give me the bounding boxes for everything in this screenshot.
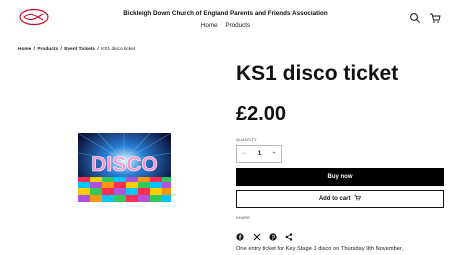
- share-icon[interactable]: [285, 228, 293, 241]
- product-title: KS1 disco ticket: [236, 62, 399, 85]
- breadcrumb-separator: /: [60, 47, 62, 52]
- breadcrumb: Home / Products / Event Tickets / KS1 di…: [18, 47, 135, 52]
- main-nav: Home Products: [0, 22, 451, 29]
- product-price: £2.00: [236, 103, 287, 125]
- site-header: Bickleigh Down Church of England Parents…: [0, 0, 451, 40]
- site-title[interactable]: Bickleigh Down Church of England Parents…: [0, 10, 451, 17]
- search-icon[interactable]: [409, 11, 421, 23]
- product-description: One entry ticket for Key Stage 1 disco o…: [236, 246, 404, 252]
- pinterest-icon[interactable]: [269, 228, 277, 241]
- x-icon[interactable]: [253, 228, 261, 241]
- buy-now-button[interactable]: Buy now: [236, 168, 444, 186]
- quantity-stepper: − 1 +: [236, 145, 282, 163]
- nav-home[interactable]: Home: [201, 22, 218, 29]
- share-label: SHARE: [236, 216, 251, 220]
- increase-quantity-button[interactable]: +: [267, 146, 281, 163]
- breadcrumb-current: KS1 disco ticket: [101, 47, 136, 52]
- facebook-icon[interactable]: [236, 228, 244, 241]
- nav-products[interactable]: Products: [225, 22, 250, 29]
- quantity-input[interactable]: 1: [251, 146, 268, 163]
- cart-icon[interactable]: [429, 11, 441, 23]
- product-image[interactable]: DISCO: [78, 133, 171, 202]
- cart-icon: [354, 194, 361, 201]
- breadcrumb-products[interactable]: Products: [37, 47, 58, 52]
- breadcrumb-event-tickets[interactable]: Event Tickets: [64, 47, 95, 52]
- breadcrumb-separator: /: [97, 47, 99, 52]
- breadcrumb-separator: /: [33, 47, 36, 52]
- quantity-label: QUANTITY: [236, 138, 257, 142]
- decrease-quantity-button[interactable]: −: [237, 146, 251, 163]
- disco-image-text: DISCO: [91, 153, 158, 176]
- buy-now-label: Buy now: [327, 174, 353, 180]
- add-to-cart-label: Add to cart: [318, 196, 351, 202]
- breadcrumb-home[interactable]: Home: [18, 47, 31, 52]
- add-to-cart-button[interactable]: Add to cart: [236, 190, 444, 208]
